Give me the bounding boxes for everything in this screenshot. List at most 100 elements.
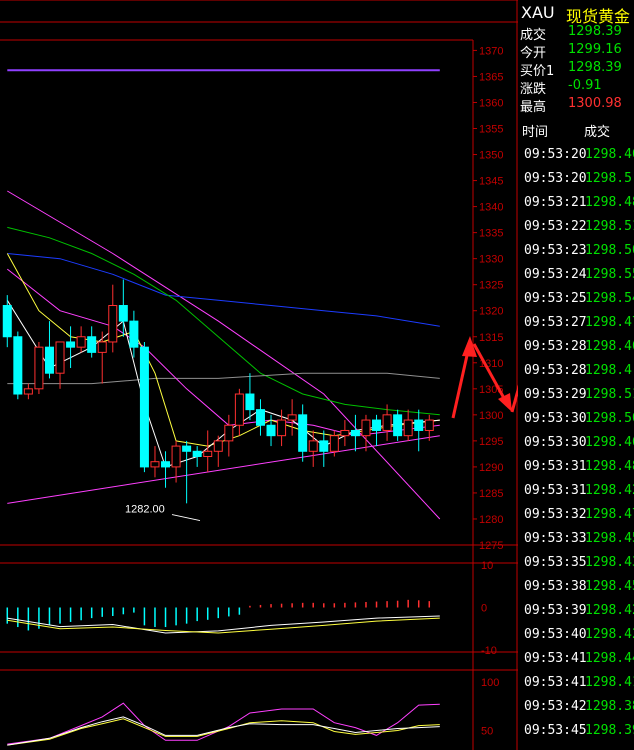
candle-body xyxy=(213,440,223,452)
candle-body xyxy=(97,341,107,353)
candle-body xyxy=(2,305,12,338)
low-price-annotation: 1282.00 xyxy=(125,504,165,516)
candle-body xyxy=(319,440,329,452)
candle-body xyxy=(161,461,171,468)
candle-body xyxy=(108,305,118,343)
price-tick-label: 1280 xyxy=(479,514,503,526)
candle-body xyxy=(118,305,128,322)
tick-row: 09:53:251298.54 xyxy=(518,288,634,312)
tick-row: 09:53:311298.48 xyxy=(518,456,634,480)
tick-price: 1298.47 xyxy=(585,315,634,330)
candle-body xyxy=(308,440,318,452)
price-tick-label: 1370 xyxy=(479,45,503,57)
tick-row: 09:53:221298.51 xyxy=(518,216,634,240)
quote-row: 买价1 1298.39 xyxy=(518,59,634,79)
tick-time: 09:53:33 xyxy=(524,531,587,546)
quote-value: 1298.39 xyxy=(568,60,622,75)
tick-row: 09:53:391298.42 xyxy=(518,600,634,624)
kdj-tick-label: 50 xyxy=(481,726,493,738)
quote-sidebar: XAU 现货黄金 成交 1298.39 今开 1299.16 买价1 1298.39 涨跌 -… xyxy=(518,0,634,750)
tick-price: 1298.48 xyxy=(585,459,634,474)
tick-row: 09:53:271298.47 xyxy=(518,312,634,336)
candle-body xyxy=(182,445,192,452)
macd-line xyxy=(7,615,440,634)
tick-row: 09:53:201298.46 xyxy=(518,144,634,168)
tick-row: 09:53:291298.51 xyxy=(518,384,634,408)
tick-time: 09:53:45 xyxy=(524,723,587,738)
annotation-leader xyxy=(171,514,201,522)
tick-price: 1298.42 xyxy=(585,627,634,642)
tick-row: 09:53:241298.55 xyxy=(518,264,634,288)
tick-time: 09:53:22 xyxy=(524,219,587,234)
quote-row: 最高 1300.98 xyxy=(518,95,634,115)
candle-body xyxy=(424,419,434,431)
quote-row: 今开 1299.16 xyxy=(518,41,634,61)
kdj-line xyxy=(7,718,440,746)
candle-body xyxy=(329,435,339,452)
macd-tick-label: 0 xyxy=(481,603,487,615)
tick-price: 1298.41 xyxy=(585,675,634,690)
tick-time: 09:53:23 xyxy=(524,243,587,258)
tick-row: 09:53:301298.50 xyxy=(518,408,634,432)
indicator-line xyxy=(7,253,440,327)
candle-body xyxy=(298,414,308,452)
candle-body xyxy=(350,429,360,437)
tick-price: 1298.45 xyxy=(585,579,634,594)
price-tick-label: 1365 xyxy=(479,71,503,83)
tick-price: 1298.4 xyxy=(585,363,632,378)
price-tick-label: 1290 xyxy=(479,462,503,474)
price-tick-label: 1330 xyxy=(479,254,503,266)
tick-price: 1298.5 xyxy=(585,171,632,186)
tick-time: 09:53:30 xyxy=(524,411,587,426)
tick-time: 09:53:20 xyxy=(524,147,587,162)
tick-time: 09:53:32 xyxy=(524,507,587,522)
tick-row: 09:53:411298.44 xyxy=(518,648,634,672)
tick-time: 09:53:40 xyxy=(524,627,587,642)
tick-row: 09:53:211298.48 xyxy=(518,192,634,216)
candle-body xyxy=(414,419,424,431)
candlestick-chart: 1282.00 xyxy=(2,69,441,522)
price-tick-label: 1335 xyxy=(479,228,503,240)
indicator-line xyxy=(7,226,440,416)
tick-time: 09:53:24 xyxy=(524,267,587,282)
macd-chart xyxy=(6,599,440,634)
tick-time: 09:53:27 xyxy=(524,315,587,330)
kdj-line xyxy=(7,716,440,746)
tick-time: 09:53:39 xyxy=(524,603,587,618)
tick-row: 09:53:411298.41 xyxy=(518,672,634,696)
price-tick-label: 1325 xyxy=(479,280,503,292)
macd-tick-label: -10 xyxy=(481,645,497,657)
candle-body xyxy=(403,419,413,437)
quote-row: 涨跌 -0.91 xyxy=(518,77,634,97)
tick-time: 09:53:41 xyxy=(524,651,587,666)
candle-body xyxy=(13,336,23,395)
ticks-header-time: 时间 xyxy=(522,125,549,140)
candle-body xyxy=(171,445,181,468)
tick-time: 09:53:31 xyxy=(524,459,587,474)
candle-body xyxy=(224,424,234,442)
tick-price: 1298.50 xyxy=(585,243,634,258)
tick-row: 09:53:231298.50 xyxy=(518,240,634,264)
tick-row: 09:53:331298.45 xyxy=(518,528,634,552)
tick-time: 09:53:29 xyxy=(524,387,587,402)
candle-body xyxy=(372,419,382,431)
price-tick-label: 1315 xyxy=(479,332,503,344)
candle-body xyxy=(277,419,287,437)
candle-body xyxy=(287,414,297,421)
price-tick-label: 1320 xyxy=(479,306,503,318)
candle-body xyxy=(203,450,213,457)
ticks-header: 时间 成交 xyxy=(518,118,634,142)
tick-price: 1298.45 xyxy=(585,531,634,546)
tick-time: 09:53:41 xyxy=(524,675,587,690)
quote-label: 最高 xyxy=(520,100,547,115)
tick-time: 09:53:20 xyxy=(524,171,587,186)
tick-row: 09:53:281298.46 xyxy=(518,336,634,360)
tick-row: 09:53:28 1298.4 xyxy=(518,360,634,384)
macd-tick-label: 10 xyxy=(481,560,493,572)
price-tick-label: 1295 xyxy=(479,436,503,448)
quote-value: -0.91 xyxy=(568,78,602,93)
tick-price: 1298.46 xyxy=(585,435,634,450)
price-tick-label: 1285 xyxy=(479,488,503,500)
chart-area: 1282.00 12751280128512901295130013051310… xyxy=(0,0,518,750)
tick-row: 09:53:311298.42 xyxy=(518,480,634,504)
